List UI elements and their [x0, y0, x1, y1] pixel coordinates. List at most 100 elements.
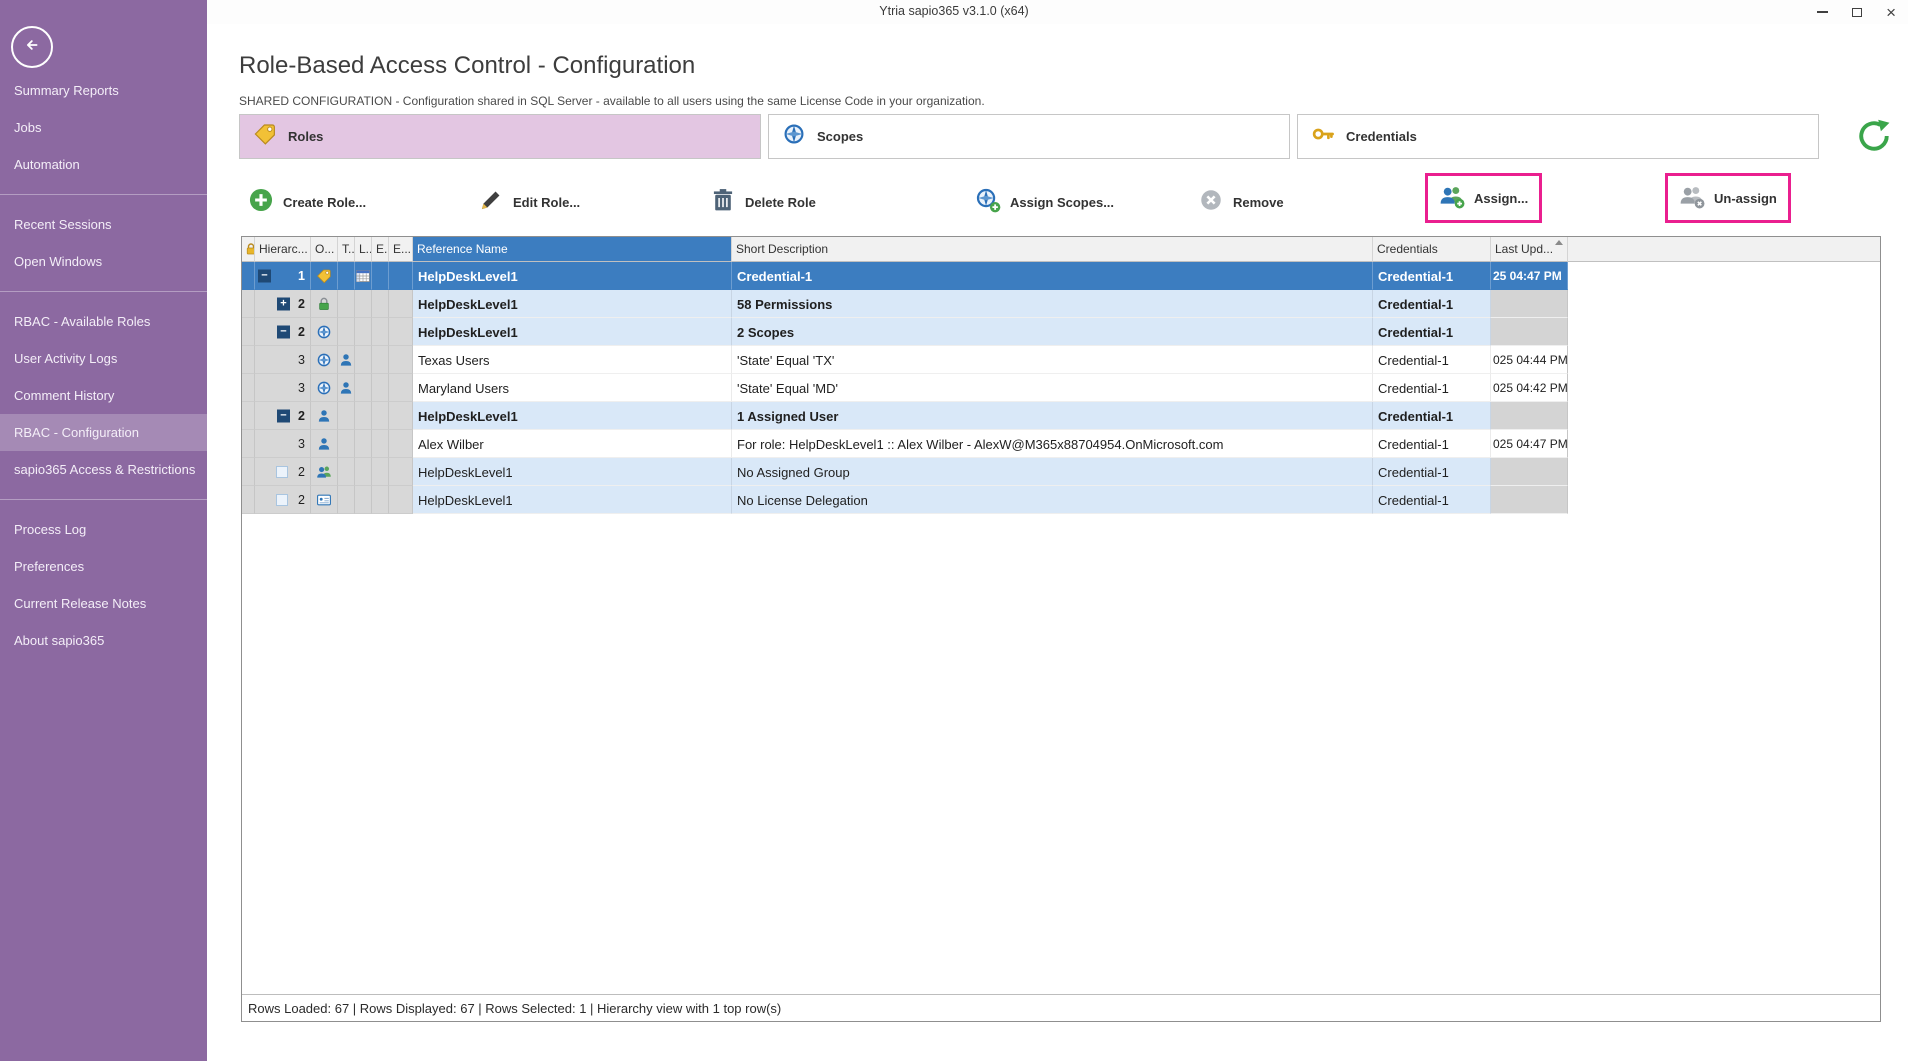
- unassign-button[interactable]: Un-assign: [1665, 173, 1791, 223]
- sidebar-item-recent-sessions[interactable]: Recent Sessions: [0, 206, 207, 243]
- column-header-o[interactable]: O...: [311, 237, 338, 262]
- last-updated-cell: 025 04:42 PM: [1491, 374, 1568, 402]
- tab-credentials[interactable]: Credentials: [1297, 114, 1819, 159]
- row-lock-cell: [242, 458, 255, 486]
- table-row[interactable]: 3Texas Users'State' Equal 'TX'Credential…: [242, 346, 1880, 374]
- short-description-cell: No License Delegation: [732, 486, 1373, 514]
- close-button[interactable]: ×: [1886, 0, 1896, 24]
- row-checkbox[interactable]: [276, 466, 288, 478]
- maximize-button[interactable]: [1852, 0, 1862, 24]
- last-updated-cell: [1491, 290, 1568, 318]
- collapse-icon[interactable]: −: [277, 409, 290, 422]
- e2-cell: [389, 346, 413, 374]
- object-type-cell: [311, 402, 338, 430]
- column-header-hierarchy[interactable]: Hierarc...: [255, 237, 311, 262]
- l-cell: [355, 374, 372, 402]
- sidebar-item-preferences[interactable]: Preferences: [0, 548, 207, 585]
- sidebar-item-comment-history[interactable]: Comment History: [0, 377, 207, 414]
- column-header-reference-name[interactable]: Reference Name: [413, 237, 732, 262]
- tag-icon: [253, 122, 277, 151]
- edit-role-button[interactable]: Edit Role...: [478, 180, 580, 224]
- column-header-e1[interactable]: E...: [372, 237, 389, 262]
- scope-icon: [782, 122, 806, 151]
- sidebar-item-rbac-available-roles[interactable]: RBAC - Available Roles: [0, 303, 207, 340]
- short-description-cell: 'State' Equal 'MD': [732, 374, 1373, 402]
- create-role-button[interactable]: Create Role...: [248, 180, 366, 224]
- last-updated-cell: 025 04:47 PM: [1491, 430, 1568, 458]
- delete-role-button[interactable]: Delete Role: [710, 180, 816, 224]
- object-type-cell: [311, 290, 338, 318]
- e2-cell: [389, 262, 413, 290]
- type-cell: [338, 262, 355, 290]
- hierarchy-cell: 2: [255, 486, 311, 514]
- table-row[interactable]: +2HelpDeskLevel158 PermissionsCredential…: [242, 290, 1880, 318]
- column-header-short-description[interactable]: Short Description: [732, 237, 1373, 262]
- e1-cell: [372, 318, 389, 346]
- short-description-cell: Credential-1: [732, 262, 1373, 290]
- sidebar-item-open-windows[interactable]: Open Windows: [0, 243, 207, 280]
- l-cell: [355, 262, 372, 290]
- last-updated-cell: [1491, 402, 1568, 430]
- grid-empty-area: [242, 514, 1880, 994]
- back-button[interactable]: [11, 26, 53, 68]
- tab-roles[interactable]: Roles: [239, 114, 761, 159]
- credentials-cell: Credential-1: [1373, 262, 1491, 290]
- row-filler-cell: [1568, 458, 1880, 486]
- row-filler-cell: [1568, 430, 1880, 458]
- refresh-button[interactable]: [1856, 118, 1892, 154]
- l-cell: [355, 458, 372, 486]
- collapse-icon[interactable]: −: [277, 325, 290, 338]
- row-lock-cell: [242, 402, 255, 430]
- column-header-last-updated[interactable]: Last Upd...: [1491, 237, 1568, 262]
- reference-name-cell: HelpDeskLevel1: [413, 486, 732, 514]
- assign-scopes-label: Assign Scopes...: [1010, 195, 1114, 210]
- unassign-label: Un-assign: [1714, 191, 1777, 206]
- table-row[interactable]: −2HelpDeskLevel12 ScopesCredential-1: [242, 318, 1880, 346]
- unassign-users-icon: [1679, 183, 1705, 214]
- table-row[interactable]: −2HelpDeskLevel11 Assigned UserCredentia…: [242, 402, 1880, 430]
- tag-icon: [316, 268, 332, 284]
- sidebar-item-current-release-notes[interactable]: Current Release Notes: [0, 585, 207, 622]
- hierarchy-cell: 3: [255, 374, 311, 402]
- tab-bar: Roles Scopes Credentials: [239, 114, 1819, 159]
- table-row[interactable]: 3Alex WilberFor role: HelpDeskLevel1 :: …: [242, 430, 1880, 458]
- collapse-icon[interactable]: −: [258, 269, 271, 282]
- sidebar-item-jobs[interactable]: Jobs: [0, 109, 207, 146]
- sidebar-item-process-log[interactable]: Process Log: [0, 511, 207, 548]
- tab-scopes[interactable]: Scopes: [768, 114, 1290, 159]
- column-header-t[interactable]: T...: [338, 237, 355, 262]
- hierarchy-level: 2: [298, 493, 305, 507]
- sidebar-item-sapio365-access-restrictions[interactable]: sapio365 Access & Restrictions: [0, 451, 207, 488]
- table-row[interactable]: 2 HelpDeskLevel1No License DelegationCred…: [242, 486, 1880, 514]
- column-header-credentials[interactable]: Credentials: [1373, 237, 1491, 262]
- table-row[interactable]: 2HelpDeskLevel1No Assigned GroupCredenti…: [242, 458, 1880, 486]
- remove-button[interactable]: Remove: [1198, 180, 1284, 224]
- expand-icon[interactable]: +: [277, 297, 290, 310]
- sidebar-item-user-activity-logs[interactable]: User Activity Logs: [0, 340, 207, 377]
- sidebar-item-automation[interactable]: Automation: [0, 146, 207, 183]
- column-header-e2[interactable]: E...: [389, 237, 413, 262]
- table-row[interactable]: 3Maryland Users'State' Equal 'MD'Credent…: [242, 374, 1880, 402]
- sidebar-item-about-sapio365[interactable]: About sapio365: [0, 622, 207, 659]
- credentials-cell: Credential-1: [1373, 486, 1491, 514]
- short-description-cell: 58 Permissions: [732, 290, 1373, 318]
- e1-cell: [372, 430, 389, 458]
- row-checkbox[interactable]: [276, 494, 288, 506]
- credentials-cell: Credential-1: [1373, 346, 1491, 374]
- assign-scopes-button[interactable]: Assign Scopes...: [975, 180, 1114, 224]
- e1-cell: [372, 346, 389, 374]
- minimize-button[interactable]: [1817, 0, 1828, 24]
- lock-column-header[interactable]: [242, 237, 255, 262]
- sidebar-item-summary-reports[interactable]: Summary Reports: [0, 72, 207, 109]
- column-header-l[interactable]: L...: [355, 237, 372, 262]
- short-description-cell: No Assigned Group: [732, 458, 1373, 486]
- reference-name-cell: HelpDeskLevel1: [413, 318, 732, 346]
- assign-scopes-icon: [975, 187, 1001, 218]
- sidebar-item-rbac-configuration[interactable]: RBAC - Configuration: [0, 414, 207, 451]
- credentials-cell: Credential-1: [1373, 458, 1491, 486]
- license-icon: [316, 492, 332, 508]
- short-description-cell: For role: HelpDeskLevel1 :: Alex Wilber …: [732, 430, 1373, 458]
- assign-button[interactable]: Assign...: [1425, 173, 1542, 223]
- reference-name-cell: Texas Users: [413, 346, 732, 374]
- table-row[interactable]: −1HelpDeskLevel1Credential-1Credential-1…: [242, 262, 1880, 290]
